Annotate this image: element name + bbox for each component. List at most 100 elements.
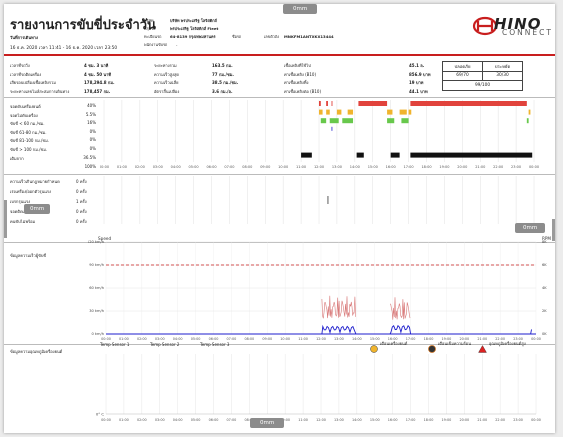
speed-hour-label: 10:00 [280,337,290,341]
summary-label-3: ค่าเชื้อเพลิงทิ้ง [284,80,309,85]
summary-label-2: อัตราสิ้นเปลือง [154,88,180,94]
rpm-series-line [321,295,356,319]
parked-segment [410,101,527,106]
timeline-row-pct: 16% [87,120,96,126]
timeline-hour-label: 12:00 [314,165,324,169]
rpm-tick-label: 4K [542,286,547,290]
speed-hour-label: 03:00 [155,337,165,341]
temp-hour-label: 13:00 [334,418,344,422]
summary-value-3: 19 บาท [409,80,424,85]
left-edge-marker [4,200,7,238]
timeline-row-label: ขับขี่ 61-80 กม./ชม. [10,129,47,135]
driving-segment [387,118,395,124]
idle-segment [326,109,330,115]
speed-hour-label: 06:00 [209,337,219,341]
temp-zero-tick: 0° C [96,412,105,417]
summary-label-3: ค่าเชื้อเพลิงต่อ (B10) [284,88,322,94]
summary-label-1: เวลาที่รถติดเครื่อง [10,71,42,77]
temp-hour-label: 03:00 [155,418,165,422]
rpm-tick-label: 0K [542,332,547,336]
timeline-hour-label: 00:00 [100,165,109,169]
left-measure-tag: 0mm [24,204,51,214]
timeline-row-pct: 36.5% [83,154,96,160]
event-row-count: 0 ครั้ง [76,179,87,184]
parked-segment [319,101,321,106]
timeline-hour-label: 17:00 [404,165,414,169]
speed-divider [4,344,555,345]
summary-label-2: ระยะทางรวม [154,63,177,68]
timeline-hour-label: 07:00 [224,165,234,169]
event-row-count: 0 ครั้ง [76,189,87,194]
legend-high-temp-label: อุณหภูมิเครื่องยนต์สูง [489,341,526,346]
engine-off-segment [356,152,364,158]
speed-tick-label: 120 km/h [88,240,104,244]
score-header-safety: ปลอดภัย [442,61,483,72]
driver-label: พนักงานขับรถ [144,42,168,47]
rpm-series-line [389,297,411,320]
temp-hour-label: 23:00 [513,418,523,422]
vin-label: เลขตัวถัง [264,34,279,39]
summary-label-1: ระยะทางเลขไมล์สะสมการเดินทาง [10,88,70,94]
score-value-safety: 69/70 [442,70,483,81]
temp-sensor-2: Temp Sensor 2 [150,342,180,347]
event-row-label: ความเร็วเกินกฎหมายกำหนด [10,179,60,184]
engine-off-segment [390,152,400,158]
logo-subtext: CONNECT [502,28,553,37]
engine-off-segment [301,152,312,158]
temp-hour-label: 19:00 [442,418,452,422]
idle-segment [336,109,342,115]
code-label: ชื่อรถ [232,34,242,39]
speed-series-line [389,324,412,335]
timeline-row-pct: 0% [89,137,96,143]
temp-hour-label: 11:00 [298,418,308,422]
temp-section-label: ข้อมูลความอุณหภูมิเครื่องยนต์ [10,349,63,354]
temp-hour-label: 21:00 [477,418,487,422]
legend-temp-gauge-label: เตือนเข็มความร้อน [438,341,471,346]
idle-segment [528,109,531,115]
speed-hour-label: 04:00 [173,337,183,341]
temp-sensor-1: Temp Sensor 1 [100,342,130,347]
timeline-hour-label: 16:00 [386,165,396,169]
score-table: ปลอดภัย ประหยัด 69/70 30/30 99/100 [442,61,523,91]
timeline-hour-label: 08:00 [242,165,252,169]
speed-hour-label: 00:00 [531,337,541,341]
speed-hour-label: 00:00 [101,337,111,341]
timeline-hour-label: 19:00 [439,165,449,169]
driving-segment [401,118,409,124]
vin-value: MNKFM1ANTXKX13444 [284,34,334,39]
temp-hour-label: 12:00 [316,418,326,422]
temp-hour-label: 22:00 [495,418,505,422]
summary-value-2: 38.5 กม./ชม. [212,80,239,85]
driver-value: - [176,42,178,47]
timeline-hour-label: 03:00 [153,165,163,169]
timeline-row-label: ขับขี่ < 60 กม./ชม. [10,121,45,127]
event-row-count: 1 ครั้ง [76,199,87,204]
report-title: รายงานการขับขี่ประจำวัน [10,18,156,33]
speed-hour-label: 11:00 [298,337,308,341]
engine-off-segment [410,152,533,158]
timeline-hour-label: 09:00 [260,165,270,169]
timeline-hour-label: 15:00 [368,165,378,169]
idle-segment [408,109,412,115]
parked-segment [326,101,328,106]
right-measure-tag: 0mm [515,223,546,233]
timeline-row-pct: 40% [87,103,96,108]
timeline-hour-label: 05:00 [189,165,199,169]
event-row-label: คนขับไม่พร้อม [10,219,36,224]
idle-segment [399,109,407,115]
activity-timeline: 00:00 01:00 02:00 03:00 04:00 05:00 06:00 07:00… [100,100,539,169]
idle-segment [347,109,354,115]
temp-chart: 0° C00:00 01:00 02:00 03:00 04:00 05:00 06:00 0… [96,354,541,422]
report-page: รายงานการขับขี่ประจำวัน วันที่การเดินทาง… [4,4,555,433]
event-row-label: เร่งเครื่อง/ออกตัวรุนแรง [10,189,51,194]
plate-value: 64-8139 กรุงเทพมหานคร [170,34,216,39]
bottom-measure-tag: 0mm [250,418,285,428]
summary-divider [4,97,555,98]
summary-value-1: 4 ชม. 3 นาที [84,63,109,68]
summary-label-2: ความเร็วสูงสุด [154,71,179,77]
driving-segment [526,118,529,124]
rpm-tick-label: 6K [542,263,547,267]
speed-tick-label: 60 km/h [89,286,104,290]
date-label: วันที่การเดินทาง [10,35,38,40]
speed-tick-label: 0 km/h [92,332,105,336]
